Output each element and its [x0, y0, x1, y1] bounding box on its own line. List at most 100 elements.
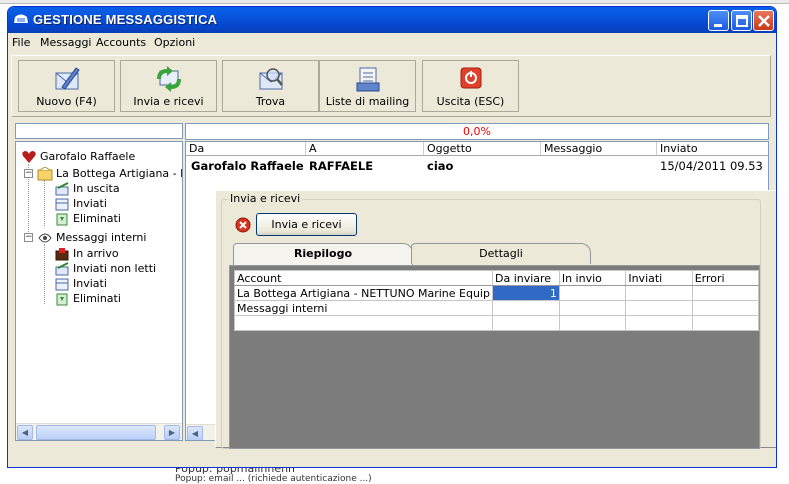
recycle-icon — [56, 293, 68, 306]
grid-cell-account[interactable]: Messaggi interni — [234, 300, 493, 316]
table-header-row: Account Da inviare In invio Inviati Erro… — [234, 270, 760, 286]
tree-account-deleted[interactable]: Eliminati — [54, 212, 121, 226]
grid-header-errors: Errori — [691, 270, 760, 286]
grid-header-to-send: Da inviare — [491, 270, 560, 286]
column-header-from[interactable]: Da — [186, 142, 306, 156]
maximize-button[interactable] — [731, 10, 752, 31]
tree-internal-deleted[interactable]: Eliminati — [54, 292, 121, 306]
grid-cell-to-send[interactable] — [491, 300, 560, 316]
main-window: GESTIONE MESSAGGISTICA File Messaggi Acc… — [7, 6, 777, 468]
scroll-right-icon[interactable]: ▶ — [164, 425, 180, 440]
tree-internal-unread[interactable]: Inviati non letti — [54, 262, 156, 276]
grid-header-sending: In invio — [558, 270, 627, 286]
mailing-lists-button[interactable]: Liste di mailing — [319, 60, 416, 112]
grid-cell-empty[interactable] — [234, 315, 493, 331]
tree-internal[interactable]: Messaggi interni — [37, 231, 146, 245]
collapse-account-toggle[interactable]: − — [24, 169, 33, 178]
grid-cell-empty[interactable] — [558, 315, 627, 331]
send-receive-toolbar-button[interactable]: Invia e ricevi — [120, 60, 217, 112]
tree-horizontal-scrollbar[interactable]: ◀ ▶ — [16, 423, 182, 440]
tree-account-outbox-label: In uscita — [73, 182, 120, 195]
new-message-button[interactable]: Nuovo (F4) — [18, 60, 115, 112]
tab-riepilogo[interactable]: Riepilogo — [233, 243, 413, 265]
tree-account-label: La Bottega Artigiana - NE — [56, 167, 183, 180]
scroll-thumb[interactable] — [36, 425, 156, 440]
scroll-left-icon[interactable]: ◀ — [17, 425, 33, 440]
table-row[interactable]: Messaggi interni — [234, 300, 760, 316]
grid-cell-errors[interactable] — [691, 285, 760, 301]
sent-folder-icon — [55, 198, 69, 211]
heart-icon — [22, 151, 36, 163]
table-row[interactable]: La Bottega Artigiana - NETTUNO Marine Eq… — [234, 285, 760, 301]
menu-opzioni[interactable]: Opzioni — [154, 36, 195, 49]
column-header-subject[interactable]: Oggetto — [424, 142, 541, 156]
recycle-icon — [56, 213, 68, 226]
toolbar: Nuovo (F4) Invia e ricevi Trova Liste di… — [11, 55, 771, 117]
row-from[interactable]: Garofalo Raffaele — [188, 158, 306, 174]
table-row[interactable] — [234, 315, 760, 331]
scroll-left-icon[interactable]: ◀ — [187, 426, 203, 440]
send-receive-icon — [156, 66, 181, 92]
tree-internal-sent[interactable]: Inviati — [54, 277, 107, 291]
row-subject[interactable]: ciao — [424, 158, 541, 174]
stop-icon[interactable] — [235, 217, 251, 233]
exit-button[interactable]: Uscita (ESC) — [422, 60, 519, 112]
grid-cell-sent[interactable] — [625, 285, 693, 301]
background-window-strip — [0, 0, 789, 4]
column-header-message[interactable]: Messaggio — [541, 142, 657, 156]
grid-cell-sending[interactable] — [558, 285, 627, 301]
inbox-icon — [55, 248, 69, 261]
envelope-folder-icon — [37, 167, 53, 181]
tree-account-sent-label: Inviati — [73, 197, 107, 210]
column-header-to[interactable]: A — [306, 142, 424, 156]
row-message[interactable] — [541, 158, 657, 174]
menu-accounts[interactable]: Accounts — [96, 36, 146, 49]
tree-account-deleted-label: Eliminati — [73, 212, 121, 225]
maximize-icon — [736, 15, 748, 27]
minimize-button[interactable] — [708, 10, 729, 31]
find-icon — [259, 68, 283, 90]
find-button[interactable]: Trova — [222, 60, 319, 112]
grid-header-account: Account — [234, 270, 493, 286]
folder-tree: Garofalo Raffaele − La Bottega Artigiana… — [15, 141, 183, 441]
grid-cell-empty[interactable] — [491, 315, 560, 331]
menu-file[interactable]: File — [12, 36, 30, 49]
grid-cell-empty[interactable] — [691, 315, 760, 331]
grid-cell-errors[interactable] — [691, 300, 760, 316]
exit-icon — [460, 67, 481, 89]
grid-cell-to-send[interactable]: 1 — [491, 285, 560, 301]
menu-messaggi[interactable]: Messaggi — [40, 36, 91, 49]
find-label: Trova — [255, 95, 286, 108]
mailing-lists-label: Liste di mailing — [325, 95, 410, 108]
grid-cell-sending[interactable] — [558, 300, 627, 316]
row-to[interactable]: RAFFAELE — [306, 158, 424, 174]
tree-root[interactable]: Garofalo Raffaele — [21, 150, 135, 164]
close-button[interactable] — [753, 10, 774, 31]
send-receive-label: Invia e ricevi — [133, 95, 204, 108]
tree-internal-inbox-label: In arrivo — [73, 247, 119, 260]
tree-account[interactable]: La Bottega Artigiana - NE — [37, 167, 183, 181]
list-horizontal-scrollbar[interactable]: ◀ — [186, 424, 216, 440]
grid-cell-sent[interactable] — [625, 300, 693, 316]
send-receive-button[interactable]: Invia e ricevi — [256, 213, 357, 236]
tree-internal-deleted-label: Eliminati — [73, 292, 121, 305]
title-bar[interactable]: GESTIONE MESSAGGISTICA — [8, 7, 776, 33]
send-receive-panel: Invia e ricevi Invia e ricevi Riepilogo … — [215, 190, 776, 449]
grid-cell-empty[interactable] — [625, 315, 693, 331]
menu-bar: File Messaggi Accounts Opzioni — [8, 33, 776, 52]
account-summary-table: Account Da inviare In invio Inviati Erro… — [234, 270, 760, 331]
tree-account-sent[interactable]: Inviati — [54, 197, 107, 211]
window-title: GESTIONE MESSAGGISTICA — [33, 12, 218, 27]
tree-internal-label: Messaggi interni — [56, 231, 147, 244]
column-header-sent[interactable]: Inviato — [657, 142, 768, 156]
collapse-internal-toggle[interactable]: − — [24, 233, 33, 242]
tree-account-outbox[interactable]: In uscita — [54, 182, 120, 196]
outbox-icon — [55, 262, 69, 276]
grid-cell-account[interactable]: La Bottega Artigiana - NETTUNO Marine Eq… — [234, 285, 493, 301]
tab-content: Account Da inviare In invio Inviati Erro… — [229, 265, 760, 449]
tree-internal-inbox[interactable]: In arrivo — [54, 247, 119, 261]
row-sent[interactable]: 15/04/2011 09.53 — [657, 158, 768, 174]
tree-line — [44, 244, 45, 304]
progress-bar: 0,0% — [185, 123, 769, 140]
tab-dettagli[interactable]: Dettagli — [411, 243, 591, 264]
